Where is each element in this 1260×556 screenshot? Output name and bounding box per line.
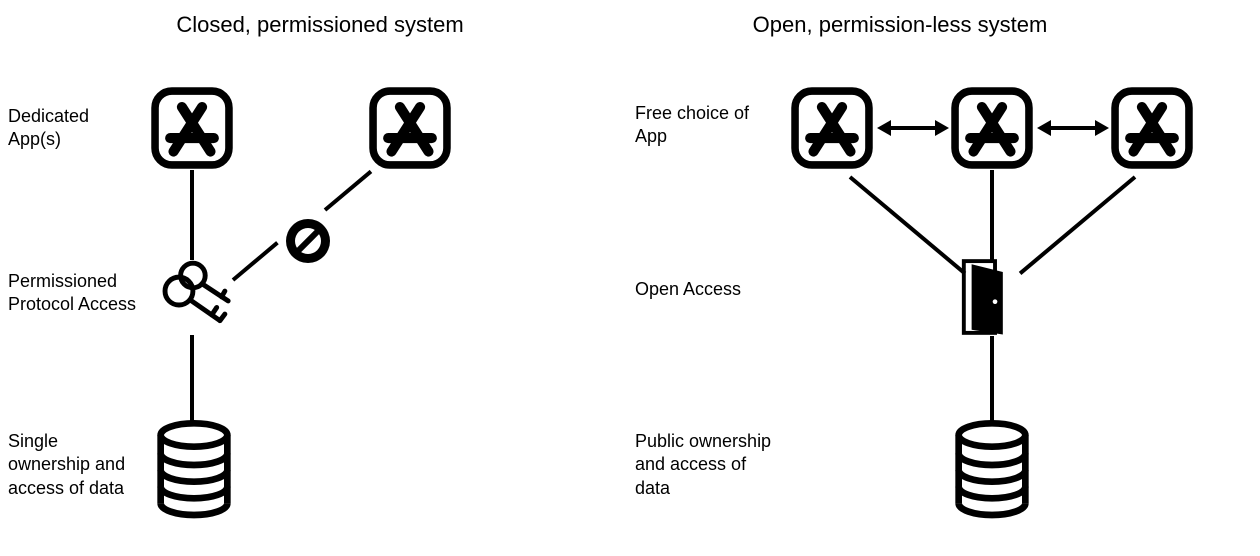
database-icon: [950, 420, 1034, 520]
app-store-icon: [950, 86, 1034, 170]
connector-line: [990, 336, 994, 426]
right-row2-label: Open Access: [635, 278, 755, 301]
app-store-icon: [150, 86, 234, 170]
app-store-icon: [790, 86, 874, 170]
left-row2-label: Permissioned Protocol Access: [8, 270, 138, 317]
prohibited-icon: [283, 216, 333, 266]
connector-line: [990, 170, 994, 260]
app-store-icon: [368, 86, 452, 170]
left-row1-label: Dedicated App(s): [8, 105, 128, 152]
right-title: Open, permission-less system: [720, 12, 1080, 38]
connector-line: [190, 170, 194, 260]
open-door-icon: [960, 258, 1016, 336]
right-row1-label: Free choice of App: [635, 102, 755, 149]
double-arrow-icon: [1049, 126, 1097, 130]
database-icon: [152, 420, 236, 520]
left-row3-label: Single ownership and access of data: [8, 430, 138, 500]
connector-line: [1019, 175, 1136, 274]
connector-line: [190, 335, 194, 425]
connector-line: [232, 241, 279, 281]
double-arrow-icon: [889, 126, 937, 130]
connector-line: [324, 170, 373, 212]
keys-icon: [156, 255, 238, 337]
app-store-icon: [1110, 86, 1194, 170]
connector-line: [849, 175, 966, 274]
right-row3-label: Public ownership and access of data: [635, 430, 785, 500]
left-title: Closed, permissioned system: [165, 12, 475, 38]
